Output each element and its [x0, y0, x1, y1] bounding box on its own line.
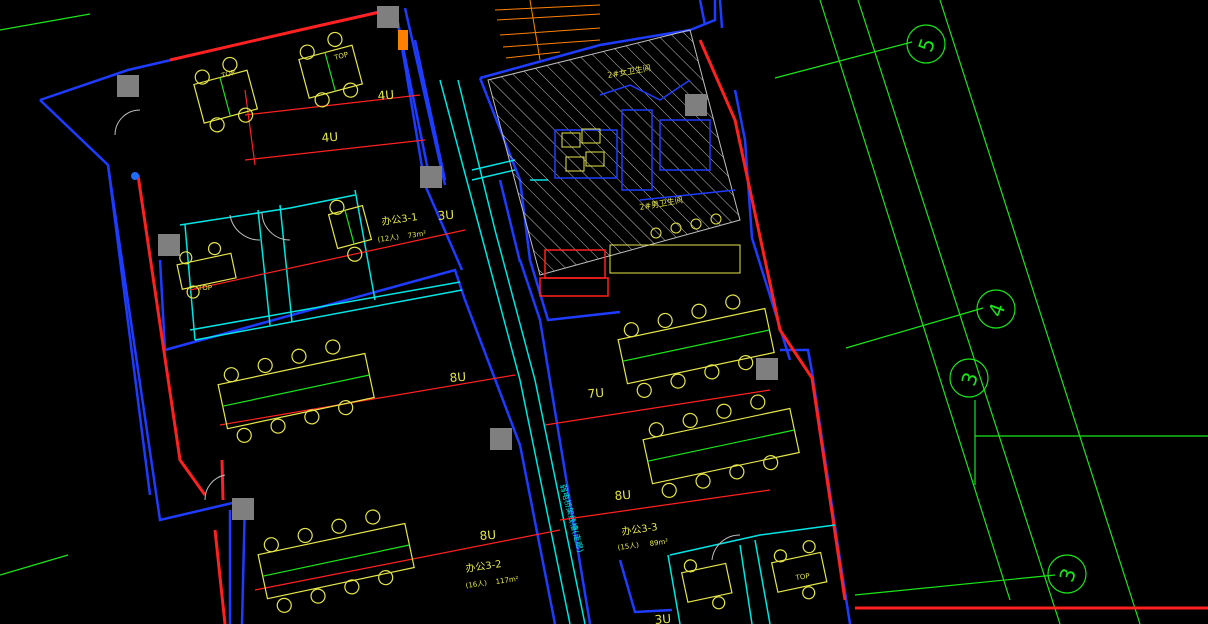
floor-plan-drawing: 5 4 3 3 4U 4U 3U 8U 7U 8U 8U 3U 办公3-1 (1… — [0, 0, 1208, 624]
label-8u-right: 8U — [614, 488, 632, 503]
label-8u-mid: 8U — [449, 370, 467, 385]
label-4u-b: 4U — [321, 130, 339, 145]
label-7u: 7U — [587, 386, 605, 401]
top-label-b: TOP — [197, 284, 212, 292]
label-3u-top: 3U — [437, 208, 455, 223]
label-3u-bottom: 3U — [654, 612, 672, 624]
label-4u-a: 4U — [377, 88, 395, 103]
label-8u-bottom: 8U — [479, 528, 497, 543]
blue-marker — [131, 172, 139, 180]
